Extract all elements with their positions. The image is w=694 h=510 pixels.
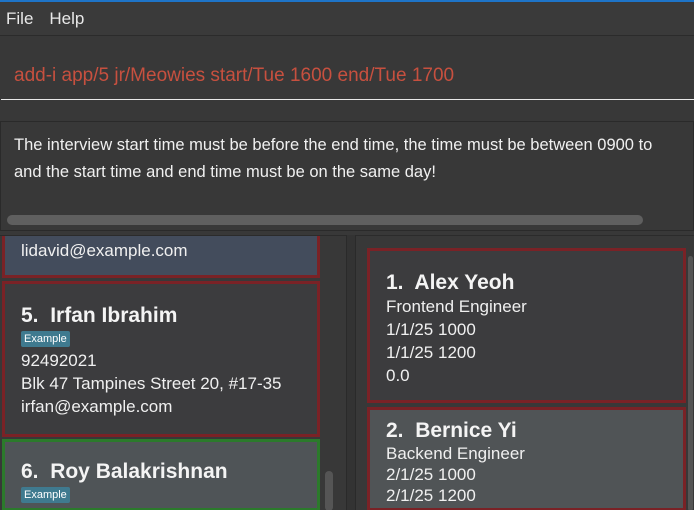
- menu-bar: File Help: [0, 2, 694, 36]
- person-card[interactable]: lidavid@example.com: [2, 236, 320, 278]
- person-email: lidavid@example.com: [21, 241, 188, 260]
- interview-list-scrollbar[interactable]: [688, 256, 693, 510]
- person-name: 5. Irfan Ibrahim: [21, 304, 178, 327]
- result-display: The interview start time must be before …: [0, 121, 694, 231]
- person-list-scrollbar[interactable]: [325, 471, 333, 510]
- interview-role: Frontend Engineer: [386, 297, 527, 316]
- person-list: lidavid@example.com 5. Irfan Ibrahim Exa…: [0, 235, 346, 510]
- person-email: irfan@example.com: [21, 397, 173, 416]
- interview-start: 1/1/25 1000: [386, 320, 476, 339]
- interview-name: 1. Alex Yeoh: [386, 271, 515, 294]
- menu-file[interactable]: File: [0, 9, 39, 29]
- person-tag: Example: [21, 331, 70, 347]
- interview-score: 0.0: [386, 366, 410, 385]
- command-input[interactable]: add-i app/5 jr/Meowies start/Tue 1600 en…: [14, 65, 454, 87]
- result-horizontal-scrollbar[interactable]: [7, 215, 643, 225]
- person-card-selected[interactable]: 6. Roy Balakrishnan Example: [2, 439, 320, 510]
- person-phone: 92492021: [21, 351, 97, 370]
- person-card[interactable]: 5. Irfan Ibrahim Example 92492021 Blk 47…: [2, 281, 320, 437]
- person-address: Blk 47 Tampines Street 20, #17-35: [21, 374, 282, 393]
- interview-card[interactable]: 1. Alex Yeoh Frontend Engineer 1/1/25 10…: [367, 248, 686, 403]
- result-line-1: The interview start time must be before …: [14, 136, 653, 154]
- command-box[interactable]: add-i app/5 jr/Meowies start/Tue 1600 en…: [0, 37, 694, 115]
- command-underline: [1, 99, 694, 100]
- person-tag: Example: [21, 487, 70, 503]
- interview-start: 2/1/25 1000: [386, 465, 476, 484]
- interview-end: 1/1/25 1200: [386, 343, 476, 362]
- person-name: 6. Roy Balakrishnan: [21, 460, 228, 483]
- panel-divider[interactable]: [346, 235, 356, 510]
- interview-card[interactable]: 2. Bernice Yi Backend Engineer 2/1/25 10…: [367, 407, 686, 510]
- result-line-2: and the start time and end time must be …: [14, 163, 436, 181]
- interview-name: 2. Bernice Yi: [386, 419, 517, 442]
- interview-list: 1. Alex Yeoh Frontend Engineer 1/1/25 10…: [356, 235, 694, 510]
- interview-end: 2/1/25 1200: [386, 486, 476, 505]
- interview-role: Backend Engineer: [386, 444, 525, 463]
- menu-help[interactable]: Help: [43, 9, 90, 29]
